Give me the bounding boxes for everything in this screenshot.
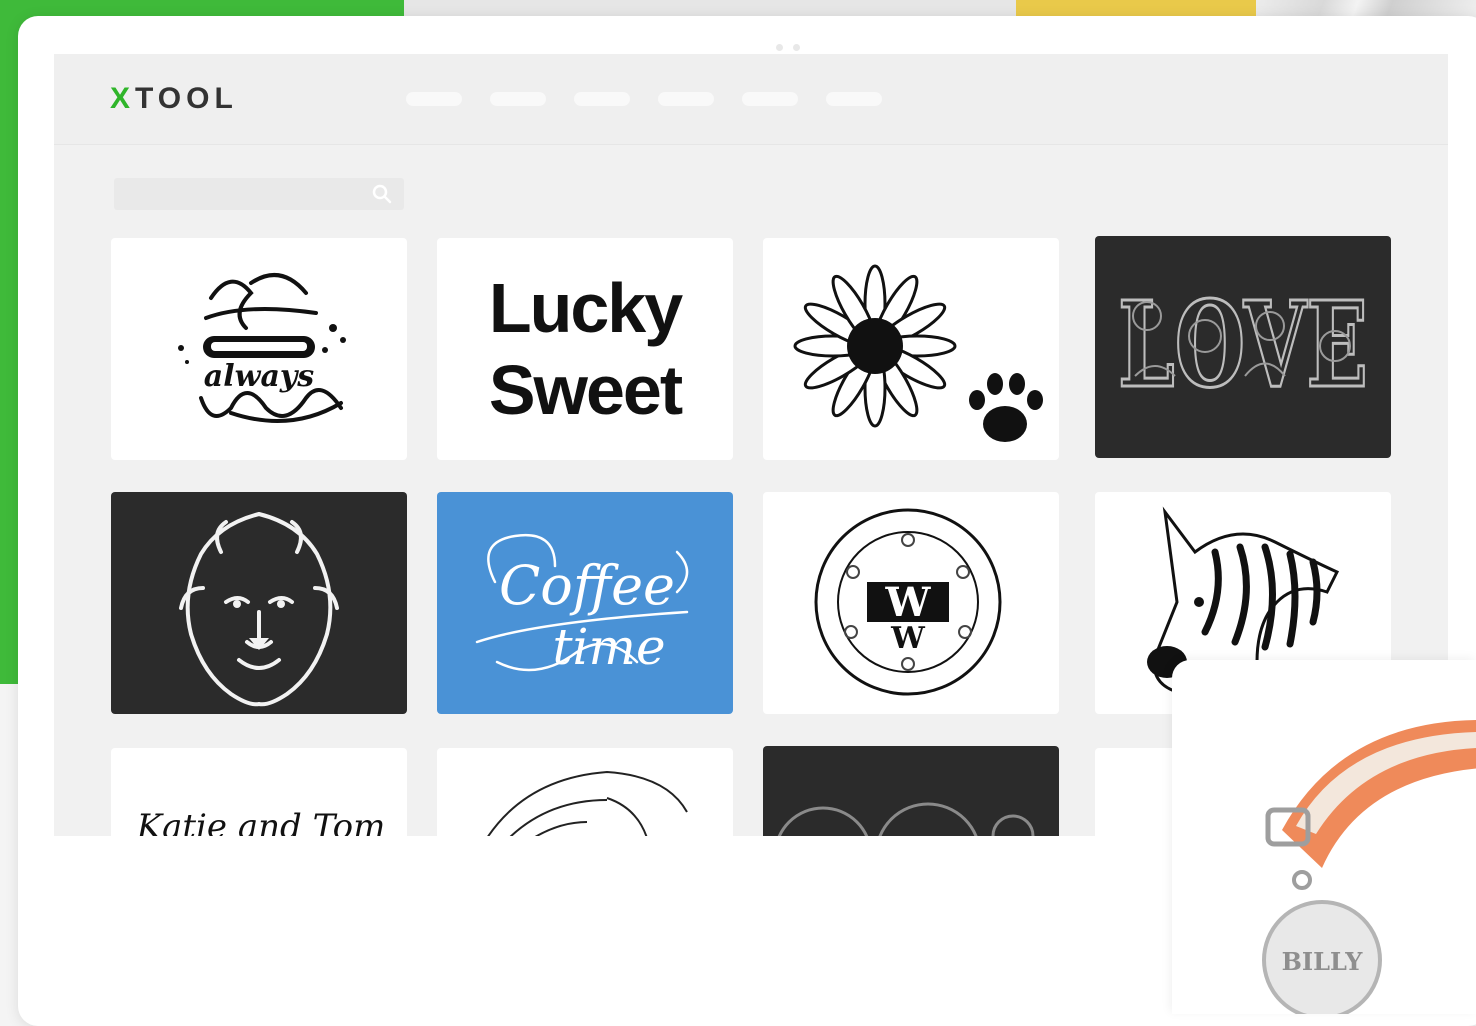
sweet-text: Sweet bbox=[488, 351, 683, 429]
nav-item-2[interactable] bbox=[490, 92, 546, 106]
nav-item-5[interactable] bbox=[742, 92, 798, 106]
svg-text:W: W bbox=[890, 621, 926, 656]
nav-item-1[interactable] bbox=[406, 92, 462, 106]
top-nav bbox=[406, 92, 882, 106]
ornament-art bbox=[777, 802, 1035, 836]
katie-and-tom-art: Katie and Tom bbox=[136, 807, 386, 836]
svg-text:LOVE: LOVE bbox=[1118, 275, 1368, 414]
tile-love-floral[interactable]: LOVE bbox=[1095, 236, 1391, 458]
svg-text:time: time bbox=[552, 618, 665, 676]
tile-lucky-sweet[interactable]: Lucky Sweet bbox=[437, 238, 733, 460]
tile-ornament[interactable] bbox=[763, 746, 1059, 836]
svg-text:BILLY: BILLY bbox=[1282, 947, 1364, 976]
tile-coffee-time[interactable]: Coffee time bbox=[437, 492, 733, 714]
svg-text:Katie and Tom: Katie and Tom bbox=[136, 807, 386, 836]
tile-eagle[interactable] bbox=[437, 748, 733, 836]
lion-head-art bbox=[179, 511, 339, 707]
svg-text:W: W bbox=[885, 579, 932, 626]
nav-item-6[interactable] bbox=[826, 92, 882, 106]
svg-text:always: always bbox=[204, 359, 315, 394]
tile-sunflower-paw[interactable] bbox=[763, 238, 1059, 460]
logo-x: X bbox=[110, 82, 136, 115]
coffee-time-art: Coffee time bbox=[475, 533, 689, 676]
tile-katie-and-tom[interactable]: Katie and Tom bbox=[111, 748, 407, 836]
search-icon[interactable] bbox=[372, 184, 392, 204]
secret-love-art: always bbox=[178, 273, 346, 423]
nav-item-3[interactable] bbox=[574, 92, 630, 106]
eagle-sketch-art bbox=[487, 770, 688, 836]
search-input[interactable] bbox=[114, 178, 404, 210]
svg-text:Coffee: Coffee bbox=[499, 554, 675, 617]
collar-product-photo: BILLY bbox=[1172, 660, 1476, 1014]
tile-lion[interactable] bbox=[111, 492, 407, 714]
nav-item-4[interactable] bbox=[658, 92, 714, 106]
lucky-text: Lucky bbox=[488, 269, 683, 347]
sunflower-paw-art bbox=[793, 264, 1043, 442]
tile-secret-love[interactable]: always bbox=[111, 238, 407, 460]
tile-monogram-w[interactable]: W W bbox=[763, 492, 1059, 714]
top-bar: XTOOL bbox=[54, 54, 1448, 145]
monogram-w-art: W W bbox=[814, 508, 1002, 696]
paw-icon bbox=[969, 373, 1043, 442]
love-floral-art: LOVE bbox=[1117, 274, 1370, 416]
xtool-logo[interactable]: XTOOL bbox=[110, 82, 238, 116]
window-dots bbox=[776, 44, 800, 51]
logo-text: TOOL bbox=[135, 82, 238, 115]
